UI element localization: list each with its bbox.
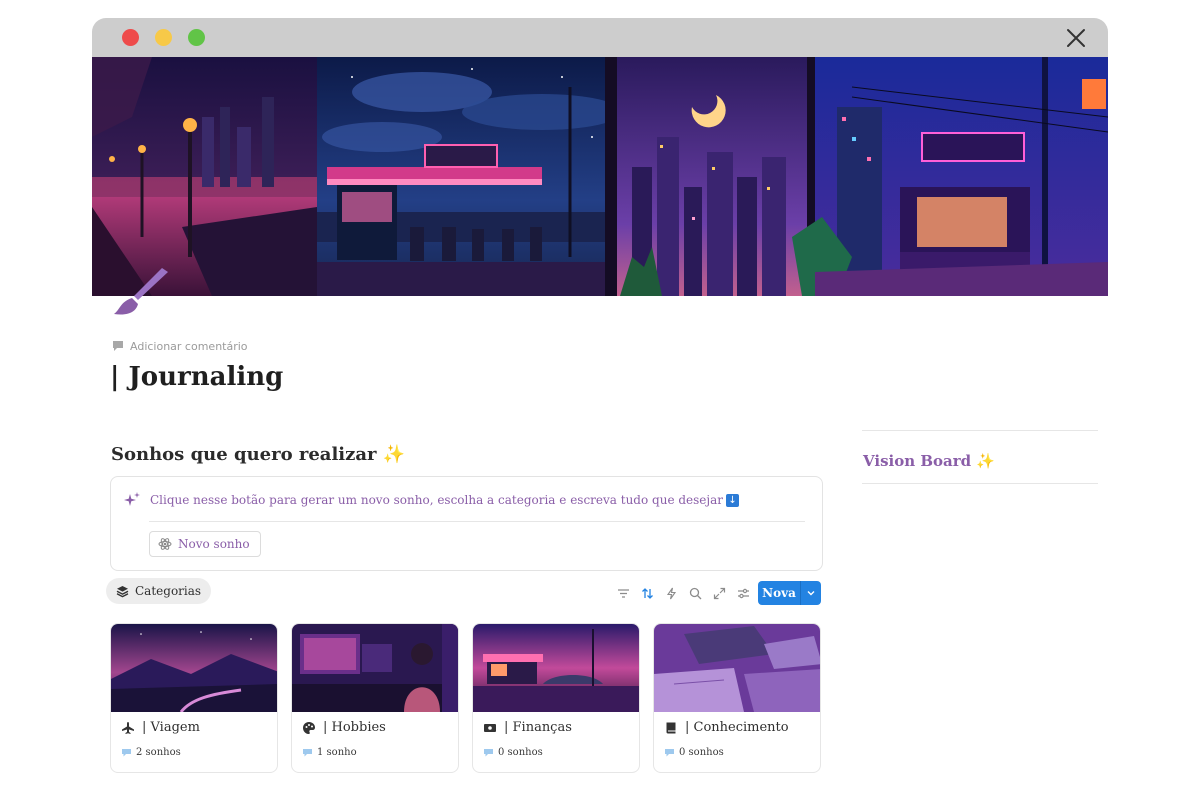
speech-bubble-icon bbox=[303, 749, 312, 757]
vision-board-toggle[interactable]: Vision Board ✨ bbox=[863, 452, 995, 470]
card-title: | Conhecimento bbox=[664, 720, 789, 735]
expand-icon bbox=[713, 587, 725, 599]
airplane-icon bbox=[122, 721, 134, 734]
view-tab-categorias[interactable]: Categorias bbox=[106, 578, 212, 604]
new-entry-label: Nova bbox=[762, 586, 796, 600]
chevron-down-icon bbox=[807, 591, 815, 596]
search-icon bbox=[689, 587, 701, 599]
card-count: 0 sonhos bbox=[664, 747, 724, 758]
callout-message: Clique nesse botão para gerar um novo so… bbox=[150, 493, 724, 507]
cover-image[interactable] bbox=[92, 57, 1108, 296]
paintbrush-icon[interactable] bbox=[110, 266, 170, 322]
book-icon bbox=[666, 722, 676, 733]
browser-window: Adicionar comentário | Journaling Sonhos… bbox=[92, 18, 1108, 801]
card-cover-image bbox=[654, 624, 820, 712]
card-title: | Finanças bbox=[483, 720, 572, 735]
new-dream-button[interactable]: Novo sonho bbox=[149, 531, 261, 557]
sort-button[interactable] bbox=[635, 581, 659, 605]
card-count: 1 sonho bbox=[302, 747, 357, 758]
card-count: 0 sonhos bbox=[483, 747, 543, 758]
filter-button[interactable] bbox=[611, 581, 635, 605]
close-icon[interactable] bbox=[1064, 26, 1088, 50]
search-button[interactable] bbox=[683, 581, 707, 605]
window-maximize-dot[interactable] bbox=[188, 29, 205, 46]
card-title-text: | Conhecimento bbox=[685, 720, 789, 735]
sparkles-icon bbox=[124, 492, 140, 506]
speech-bubble-icon bbox=[665, 749, 674, 757]
card-count-text: 0 sonhos bbox=[679, 747, 724, 758]
view-tab-label: Categorias bbox=[135, 584, 202, 598]
palette-icon bbox=[303, 721, 315, 734]
card-financas[interactable]: | Finanças 0 sonhos bbox=[472, 623, 640, 773]
automation-icon bbox=[666, 587, 676, 599]
automation-button[interactable] bbox=[659, 581, 683, 605]
sort-icon bbox=[641, 587, 653, 599]
window-titlebar bbox=[92, 18, 1108, 57]
card-count-text: 2 sonhos bbox=[136, 747, 181, 758]
page-title[interactable]: | Journaling bbox=[110, 362, 283, 392]
window-minimize-dot[interactable] bbox=[155, 29, 172, 46]
dreams-heading: Sonhos que quero realizar ✨ bbox=[111, 444, 406, 465]
card-count-text: 1 sonho bbox=[317, 747, 357, 758]
atom-icon bbox=[158, 538, 172, 550]
settings-icon bbox=[737, 588, 749, 598]
card-title-text: | Finanças bbox=[504, 720, 572, 735]
new-dream-callout: Clique nesse botão para gerar um novo so… bbox=[110, 476, 823, 571]
money-icon bbox=[484, 723, 496, 732]
card-cover-image bbox=[292, 624, 458, 712]
layers-icon bbox=[116, 585, 129, 597]
new-entry-dropdown[interactable] bbox=[801, 581, 821, 605]
card-count-text: 0 sonhos bbox=[498, 747, 543, 758]
filter-icon bbox=[617, 588, 629, 598]
card-title: | Hobbies bbox=[302, 720, 386, 735]
comment-icon bbox=[113, 341, 123, 351]
vision-board-divider-top bbox=[862, 430, 1098, 431]
settings-button[interactable] bbox=[731, 581, 755, 605]
callout-text: Clique nesse botão para gerar um novo so… bbox=[150, 493, 740, 507]
speech-bubble-icon bbox=[122, 749, 131, 757]
card-viagem[interactable]: | Viagem 2 sonhos bbox=[110, 623, 278, 773]
card-title: | Viagem bbox=[121, 720, 200, 735]
database-toolbar bbox=[611, 581, 755, 605]
add-comment-button[interactable]: Adicionar comentário bbox=[112, 338, 248, 354]
card-hobbies[interactable]: | Hobbies 1 sonho bbox=[291, 623, 459, 773]
card-title-text: | Hobbies bbox=[323, 720, 386, 735]
vision-board-divider-bottom bbox=[862, 483, 1098, 484]
card-cover-image bbox=[473, 624, 639, 712]
card-conhecimento[interactable]: | Conhecimento 0 sonhos bbox=[653, 623, 821, 773]
arrow-down-icon: ↓ bbox=[726, 494, 740, 507]
speech-bubble-icon bbox=[484, 749, 493, 757]
card-count: 2 sonhos bbox=[121, 747, 181, 758]
window-close-dot[interactable] bbox=[122, 29, 139, 46]
callout-divider bbox=[149, 521, 805, 522]
new-entry-button[interactable]: Nova bbox=[758, 581, 821, 605]
add-comment-label: Adicionar comentário bbox=[130, 339, 248, 353]
card-title-text: | Viagem bbox=[142, 720, 200, 735]
new-dream-button-label: Novo sonho bbox=[178, 537, 250, 551]
gallery-cards: | Viagem 2 sonhos | Hobbies 1 sonho | Fi… bbox=[110, 623, 822, 773]
card-cover-image bbox=[111, 624, 277, 712]
expand-button[interactable] bbox=[707, 581, 731, 605]
